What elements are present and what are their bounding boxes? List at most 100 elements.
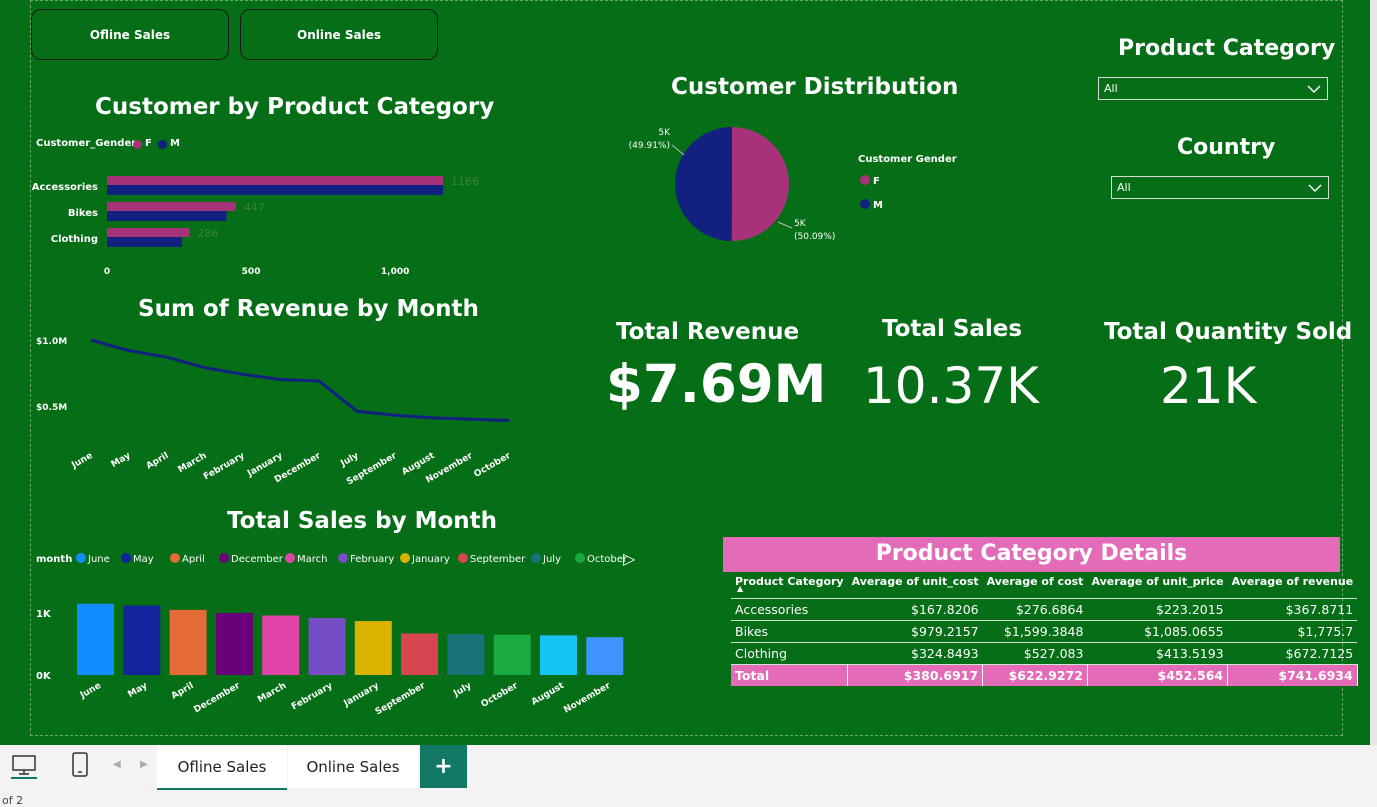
table-cell: $672.7125 (1227, 642, 1358, 665)
month-bar (169, 609, 207, 675)
pie-legend-m-dot (860, 199, 870, 209)
customer-pie-chart: 5K (49.91%) 5K (50.09%) Customer Gender F M (629, 127, 957, 242)
table-cell: $324.8493 (847, 642, 983, 665)
legend-item: October (587, 554, 628, 565)
x-tick-label: February (290, 681, 335, 713)
scroll-left-icon[interactable]: ◀ (113, 759, 121, 770)
legend-dot (575, 553, 585, 563)
bar-f (107, 176, 443, 185)
legend-dot (531, 553, 541, 563)
column-header[interactable]: Average of unit_price (1087, 573, 1227, 599)
month-bar (123, 605, 161, 675)
table-cell: Total (731, 664, 849, 686)
x-tick-label: July (338, 451, 360, 470)
pie-label-f-pct: (50.09%) (794, 232, 835, 242)
table-cell: $741.6934 (1227, 664, 1358, 686)
table-cell: $367.8711 (1227, 598, 1358, 621)
bar-m (107, 211, 227, 221)
scroll-right-icon[interactable]: ▶ (140, 759, 148, 770)
column-header[interactable]: Product Category (731, 573, 848, 599)
country-slicer[interactable]: All (1111, 176, 1329, 199)
revenue-line-chart: $1.0M$0.5MJune May April MarchFebruary Janua… (36, 337, 513, 488)
country-slicer-title: Country (1177, 135, 1276, 160)
table-cell: $413.5193 (1087, 642, 1228, 665)
legend-next-icon[interactable]: ▷ (623, 549, 635, 568)
x-tick-label: April (170, 681, 196, 702)
legend-item: January (411, 554, 450, 565)
bar-f (107, 228, 190, 237)
table-cell: Bikes (731, 620, 848, 643)
table-cell: $380.6917 (847, 664, 984, 686)
sort-ascending-icon[interactable]: ▲ (737, 584, 743, 593)
pie-label-f-value: 5K (794, 219, 807, 229)
table-row: Accessories $167.8206 $276.6864 $223.201… (731, 598, 1358, 621)
bar-legend-m: M (170, 138, 180, 149)
legend-dot (121, 553, 131, 563)
x-tick-label: December (192, 681, 242, 716)
chevron-down-icon (1308, 184, 1322, 193)
pie-legend-f: F (873, 176, 880, 187)
month-bar (354, 621, 392, 675)
online-sales-button[interactable]: Online Sales (240, 9, 438, 60)
vertical-scrollbar[interactable] (1370, 0, 1377, 745)
data-label: 1166 (451, 175, 479, 188)
x-tick-label: May (126, 681, 149, 700)
offline-sales-label: Ofline Sales (89, 27, 171, 42)
table-row: Clothing $324.8493 $527.083 $413.5193 $6… (731, 642, 1358, 665)
legend-item: December (231, 554, 284, 565)
month-bar (401, 633, 439, 675)
desktop-view-icon[interactable] (11, 753, 37, 779)
month-bar (215, 613, 253, 675)
tab-online-label: Online Sales (306, 757, 400, 776)
x-tick-label: March (176, 451, 208, 475)
pie-legend-title: Customer Gender (858, 154, 957, 165)
month-bar (493, 634, 531, 675)
table-cell: $167.8206 (847, 598, 983, 621)
report-canvas: Ofline Sales Online Sales Customer by Pr… (0, 0, 1370, 745)
pie-label-m-value: 5K (658, 128, 671, 138)
month-chart-title: Total Sales by Month (227, 508, 498, 534)
category-slicer-value: All (1104, 82, 1118, 95)
pie-legend-m: M (873, 200, 883, 211)
offline-sales-button[interactable]: Ofline Sales (31, 9, 229, 60)
bar-chart-title: Customer by Product Category (95, 94, 495, 120)
page-tab-bar: ◀ ▶ Ofline Sales Online Sales + (0, 745, 1377, 791)
sales-kpi-label: Total Sales (882, 316, 1023, 342)
add-page-button[interactable]: + (420, 745, 467, 788)
pie-chart-title: Customer Distribution (671, 74, 959, 100)
details-grid: Product Category Average of unit_cost Av… (731, 573, 1358, 686)
x-tick-label: October (480, 681, 521, 710)
legend-item: March (297, 554, 327, 565)
x-tick-label: May (110, 451, 133, 470)
category-label: Accessories (32, 182, 98, 193)
table-cell: $1,775.7 (1227, 620, 1358, 643)
legend-dot (76, 553, 86, 563)
tab-online-sales[interactable]: Online Sales (288, 745, 418, 788)
legend-item: April (182, 554, 205, 565)
column-header[interactable]: Average of cost (983, 573, 1088, 599)
category-slicer-title: Product Category (1118, 36, 1336, 61)
month-bar (262, 615, 300, 675)
month-bar (586, 637, 624, 675)
table-cell: $276.6864 (982, 598, 1088, 621)
category-details-table: Product Category Details Product Categor… (723, 537, 1358, 687)
legend-item: September (470, 554, 526, 565)
legend-item: July (542, 554, 561, 565)
x-tick-label: 500 (242, 267, 261, 277)
sales-kpi-value: 10.37K (863, 357, 1039, 415)
data-label: 447 (244, 201, 265, 214)
legend-f-dot (133, 140, 142, 149)
tab-offline-sales[interactable]: Ofline Sales (157, 745, 287, 791)
revenue-kpi-label: Total Revenue (616, 319, 800, 345)
column-header[interactable]: Average of unit_cost (848, 573, 983, 599)
pie-leader-line (777, 221, 793, 229)
x-tick-label: June (78, 681, 103, 701)
column-header[interactable]: Average of revenue (1228, 573, 1358, 599)
status-footer: of 2 (0, 790, 1377, 807)
revenue-line (90, 338, 510, 423)
category-slicer[interactable]: All (1098, 77, 1328, 100)
x-tick-label: April (145, 451, 171, 472)
legend-dot (458, 553, 468, 563)
line-chart-title: Sum of Revenue by Month (138, 296, 479, 322)
mobile-view-icon[interactable] (71, 752, 89, 778)
